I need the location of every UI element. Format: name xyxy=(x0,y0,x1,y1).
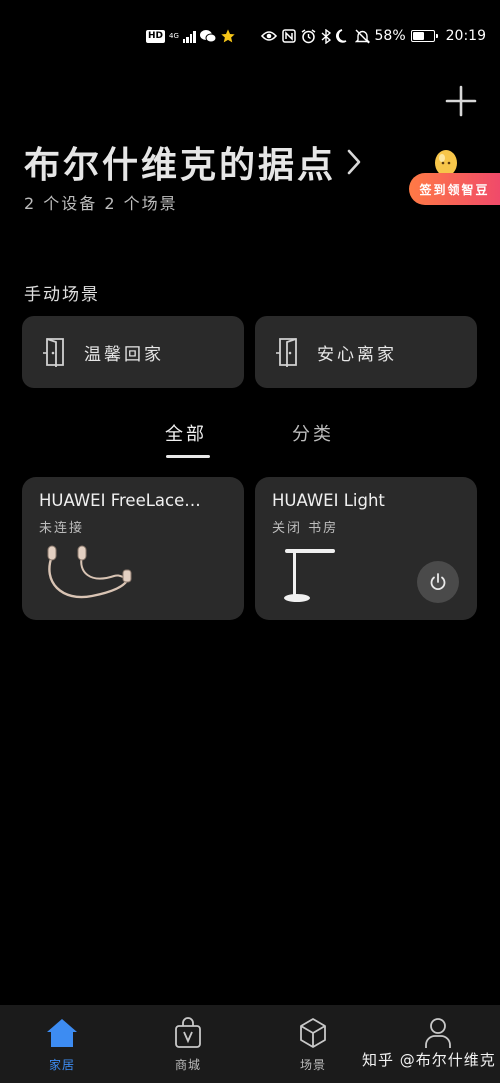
status-right: 58% 20:19 xyxy=(260,25,486,47)
door-icon xyxy=(43,338,64,367)
nfc-icon xyxy=(281,29,296,43)
bluetooth-icon xyxy=(321,28,331,44)
alarm-icon xyxy=(301,28,315,43)
nav-label: 商城 xyxy=(174,1058,201,1072)
scene-label: 温馨回家 xyxy=(84,344,164,365)
scene-label: 安心离家 xyxy=(317,344,397,365)
status-bar: HD 4G 58% 20:19 xyxy=(0,0,500,60)
wechat-icon xyxy=(199,30,216,43)
door-icon xyxy=(276,338,297,367)
tab-category[interactable]: 分类 xyxy=(292,420,334,446)
cube-icon xyxy=(300,1018,326,1048)
person-icon xyxy=(425,1018,451,1048)
moon-icon xyxy=(335,29,346,43)
chevron-right-icon xyxy=(347,149,361,175)
device-name: HUAWEI FreeLace… xyxy=(39,491,201,510)
shopping-bag-icon xyxy=(175,1017,201,1048)
desk-lamp-image xyxy=(284,549,335,602)
nav-home[interactable]: 家居 xyxy=(22,1005,102,1083)
bottom-nav: 家居 商城 场景 我的 xyxy=(0,1005,500,1083)
power-icon xyxy=(430,573,446,591)
device-card-light[interactable]: HUAWEI Light 关闭 书房 xyxy=(255,477,477,620)
scene-card-welcome-home[interactable]: 温馨回家 xyxy=(22,316,244,388)
earphones-image xyxy=(47,545,132,599)
home-selector[interactable]: 布尔什维克的据点 xyxy=(24,136,364,188)
active-tab-indicator xyxy=(166,455,210,458)
network-type: 4G xyxy=(169,31,179,40)
nav-me[interactable]: 我的 xyxy=(398,1005,478,1083)
scene-card-leave-home[interactable]: 安心离家 xyxy=(255,316,477,388)
device-status: 未连接 xyxy=(39,521,85,536)
device-card-freelace[interactable]: HUAWEI FreeLace… 未连接 xyxy=(22,477,244,620)
power-button[interactable] xyxy=(417,561,459,603)
home-icon xyxy=(47,1019,77,1047)
tab-all[interactable]: 全部 xyxy=(165,420,207,446)
clock: 20:19 xyxy=(445,28,486,44)
battery-percent: 58% xyxy=(374,28,406,44)
plus-icon[interactable] xyxy=(442,82,480,120)
signal-icon xyxy=(182,30,196,43)
device-name: HUAWEI Light xyxy=(272,491,385,510)
home-summary: 2 个设备 2 个场景 xyxy=(24,194,178,213)
manual-scenes-title: 手动场景 xyxy=(24,285,100,305)
nav-store[interactable]: 商城 xyxy=(148,1005,228,1083)
battery-icon xyxy=(410,30,438,42)
nav-label: 家居 xyxy=(48,1058,75,1072)
status-left: HD 4G xyxy=(146,26,236,46)
checkin-button[interactable]: 签到领智豆 xyxy=(409,147,500,209)
star-icon xyxy=(221,29,235,43)
eye-icon xyxy=(260,31,277,41)
nav-label: 场景 xyxy=(299,1058,326,1072)
watermark: 知乎 @布尔什维克 xyxy=(362,1051,496,1069)
checkin-label: 签到领智豆 xyxy=(409,173,500,205)
mute-icon xyxy=(354,29,370,43)
nav-scenes[interactable]: 场景 xyxy=(273,1005,353,1083)
device-status: 关闭 书房 xyxy=(272,521,339,536)
page-title: 布尔什维克的据点 xyxy=(24,144,337,186)
hd-badge: HD xyxy=(146,29,166,43)
